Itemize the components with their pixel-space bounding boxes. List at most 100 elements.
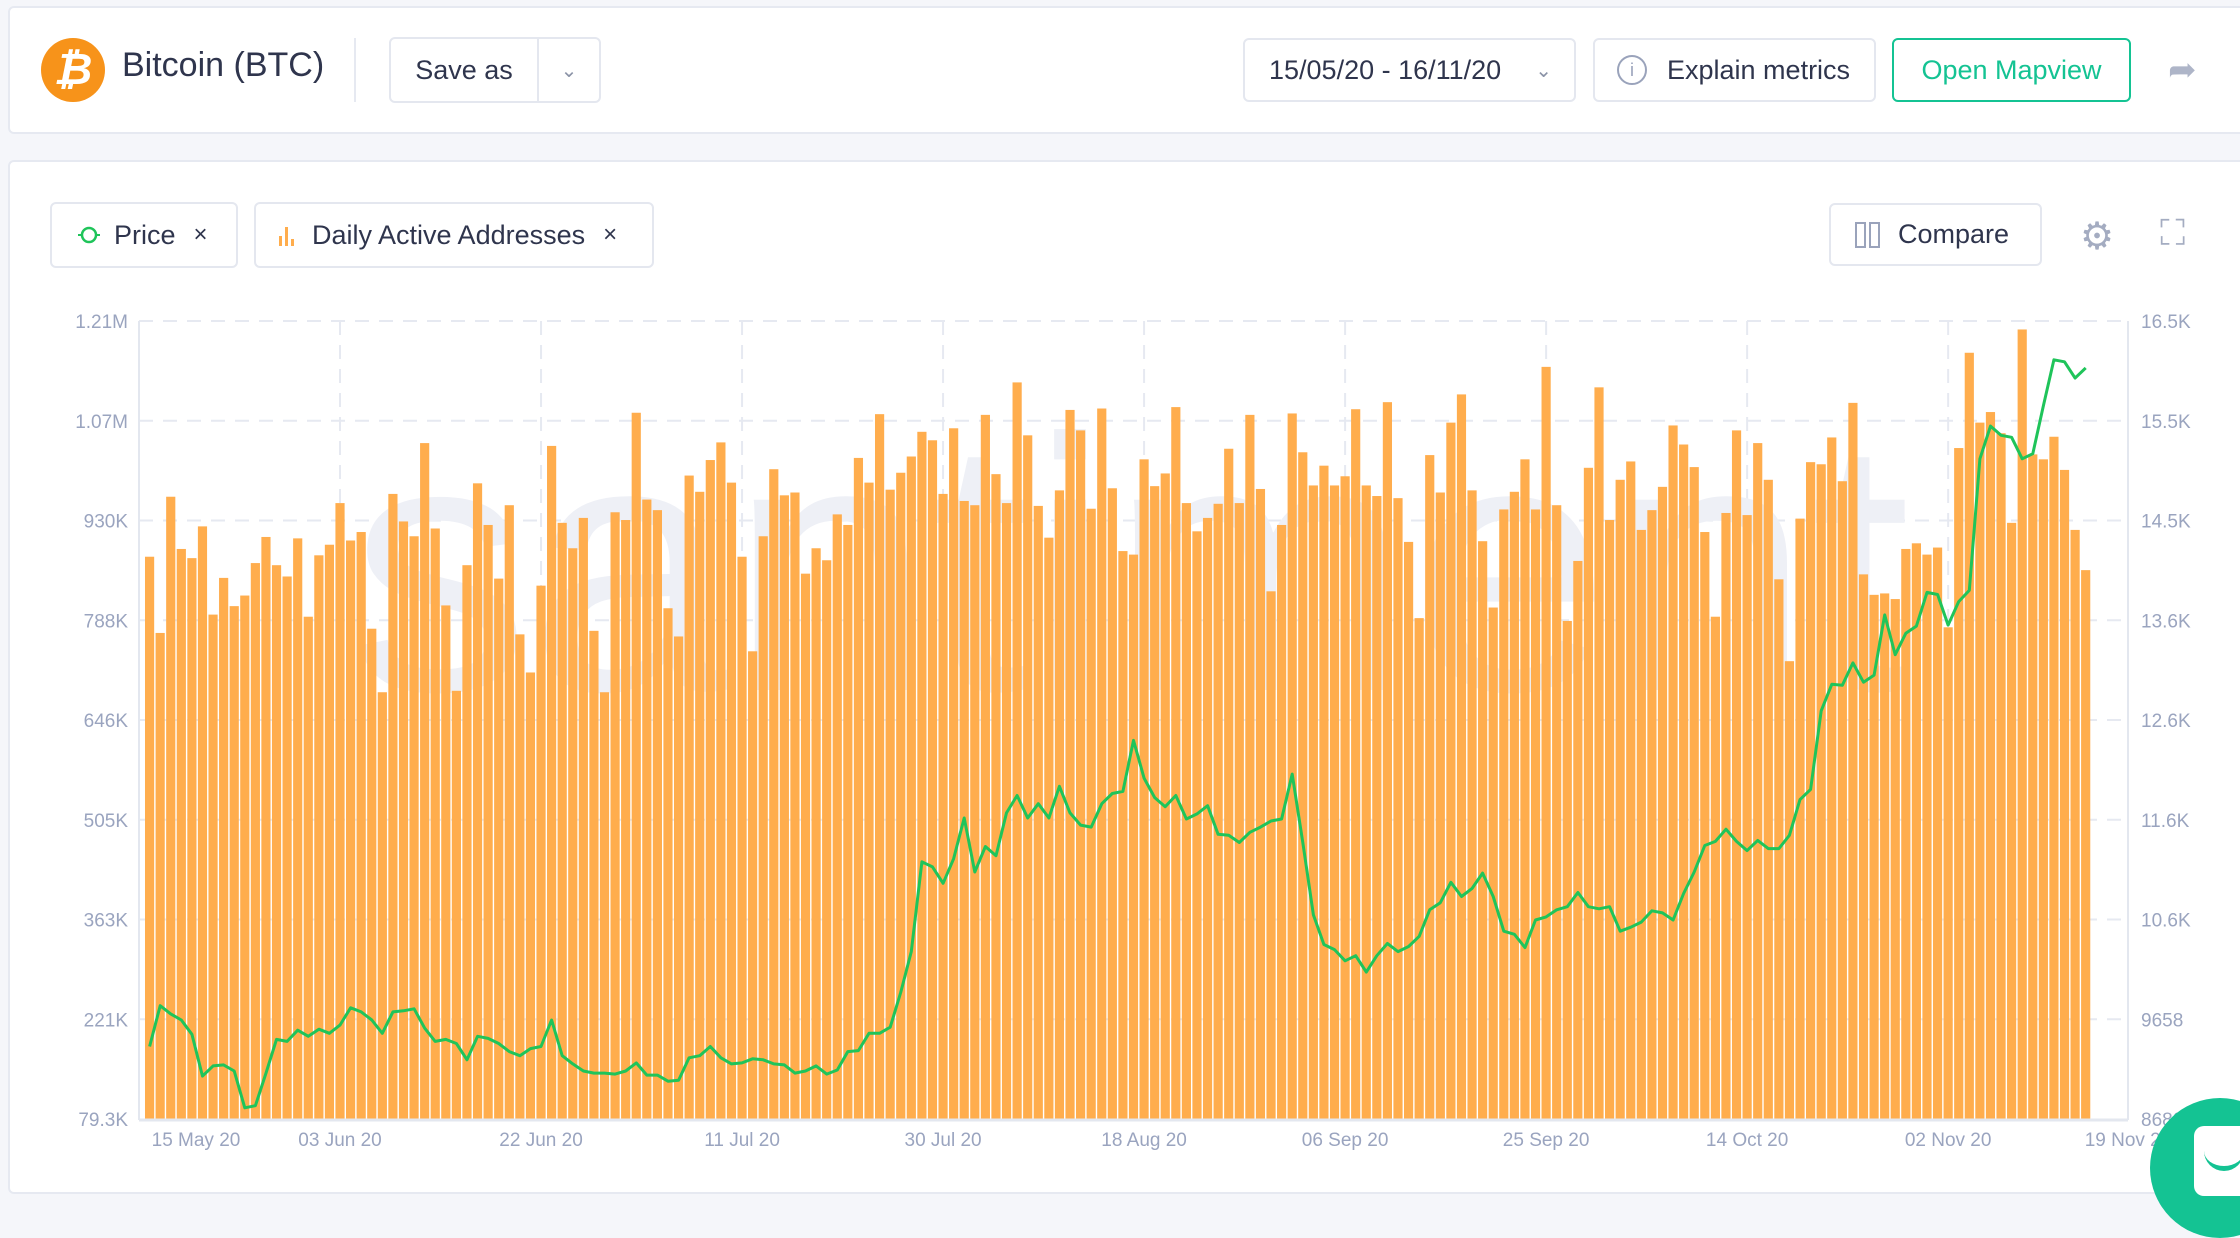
right-axis-tick-label: 10.6K (2141, 911, 2191, 932)
daa-bar (430, 528, 440, 1119)
daa-bar (409, 536, 419, 1119)
x-axis-tick-label: 14 Oct 20 (1706, 1130, 1788, 1151)
daa-bar (1139, 459, 1149, 1119)
daa-bar (589, 630, 599, 1119)
daa-bar (166, 496, 176, 1119)
left-axis-tick-label: 1.21M (75, 312, 128, 333)
daa-bar (1478, 541, 1488, 1119)
daa-bar (1467, 490, 1477, 1119)
daa-bar (1372, 496, 1382, 1120)
daa-bar (737, 556, 747, 1119)
daa-bar (705, 460, 715, 1119)
daa-bar (970, 505, 980, 1119)
daa-bar (726, 482, 737, 1119)
daa-bar (927, 440, 938, 1119)
daa-bar (684, 475, 694, 1119)
daa-bar (1520, 459, 1530, 1119)
daa-bar (515, 634, 525, 1119)
daa-bar (1277, 524, 1287, 1119)
daa-bar (1636, 529, 1646, 1119)
right-axis-tick-label: 15.5K (2141, 412, 2191, 433)
daa-bar (1964, 352, 1974, 1119)
daa-bar (1985, 412, 1996, 1119)
daa-bar (1382, 402, 1393, 1119)
daa-bar (547, 445, 557, 1119)
daa-bar (1541, 366, 1551, 1119)
daa-bar (1721, 512, 1731, 1119)
daa-bar (1255, 488, 1266, 1119)
daa-bar (599, 692, 610, 1119)
left-axis-tick-label: 646K (84, 711, 129, 732)
daa-bar (1922, 554, 1932, 1119)
daa-bar (398, 521, 409, 1119)
daa-bar (1710, 616, 1720, 1119)
daa-bar (1425, 455, 1435, 1119)
daa-bar (864, 482, 874, 1119)
daa-bar (208, 614, 218, 1119)
daa-bar (2049, 436, 2059, 1119)
daa-bar (1171, 407, 1181, 1119)
daa-bar (1023, 435, 1033, 1119)
daa-bar (1351, 409, 1361, 1119)
daa-bar (1308, 485, 1318, 1119)
daa-bar (1742, 515, 1752, 1119)
daa-bar (1784, 661, 1795, 1119)
daa-bar (853, 457, 864, 1119)
daa-bar (811, 548, 821, 1119)
daa-bar (1012, 382, 1022, 1120)
daa-bar (568, 548, 578, 1119)
daa-bar (631, 412, 641, 1119)
daa-bar (1594, 387, 1604, 1120)
right-axis-tick-label: 12.6K (2141, 711, 2191, 732)
daa-bar (197, 526, 208, 1119)
daa-bar (991, 474, 1001, 1119)
daa-bar (1192, 531, 1202, 1119)
daa-bar (2038, 459, 2048, 1119)
daa-bar (822, 560, 832, 1119)
x-axis-tick-label: 25 Sep 20 (1503, 1130, 1590, 1151)
daa-bar (1160, 473, 1170, 1120)
daa-bar (1118, 551, 1128, 1119)
daa-bar (1975, 422, 1985, 1119)
daa-bar (769, 469, 779, 1119)
chart[interactable]: santiment 1.21M16.5K1.07M15.5K930K14.5K7… (0, 0, 2240, 1180)
daa-bar (1224, 448, 1234, 1120)
daa-bar (1361, 485, 1371, 1119)
daa-bar (1488, 607, 1498, 1119)
daa-bar (1753, 443, 1763, 1119)
daa-bar (1245, 414, 1255, 1120)
daa-bar (906, 456, 916, 1119)
daa-bar (1700, 532, 1710, 1119)
daa-bar (2081, 570, 2091, 1119)
daa-bar (155, 632, 165, 1119)
daa-bar (1393, 498, 1403, 1119)
daa-bar (1446, 422, 1456, 1119)
daa-bar (1509, 491, 1519, 1119)
daa-bar (800, 573, 811, 1119)
daa-bar (1456, 394, 1467, 1119)
daa-bar (652, 510, 662, 1119)
daa-bar (1583, 467, 1594, 1119)
daa-bar (1234, 503, 1244, 1119)
daa-bar (219, 577, 229, 1119)
daa-bar (959, 500, 969, 1120)
left-axis-tick-label: 221K (84, 1010, 129, 1031)
daa-bar (832, 514, 842, 1119)
daa-bar (843, 524, 853, 1119)
left-axis-tick-label: 1.07M (75, 412, 128, 433)
daa-bar (1943, 627, 1953, 1119)
daa-bar (1837, 481, 1847, 1120)
left-axis-tick-label: 79.3K (78, 1110, 128, 1131)
daa-bar (1054, 490, 1065, 1119)
daa-bar (1858, 574, 1869, 1119)
daa-bar (2059, 469, 2070, 1120)
right-axis-tick-label: 13.6K (2141, 611, 2191, 632)
daa-bar (1795, 518, 1805, 1119)
daa-bar (1954, 448, 1964, 1119)
daa-bar (1329, 485, 1340, 1119)
daa-bar (1552, 505, 1562, 1119)
left-axis-tick-label: 788K (84, 611, 129, 632)
daa-bar (938, 493, 948, 1119)
daa-bar (1996, 433, 2006, 1119)
daa-bar (1573, 560, 1583, 1119)
